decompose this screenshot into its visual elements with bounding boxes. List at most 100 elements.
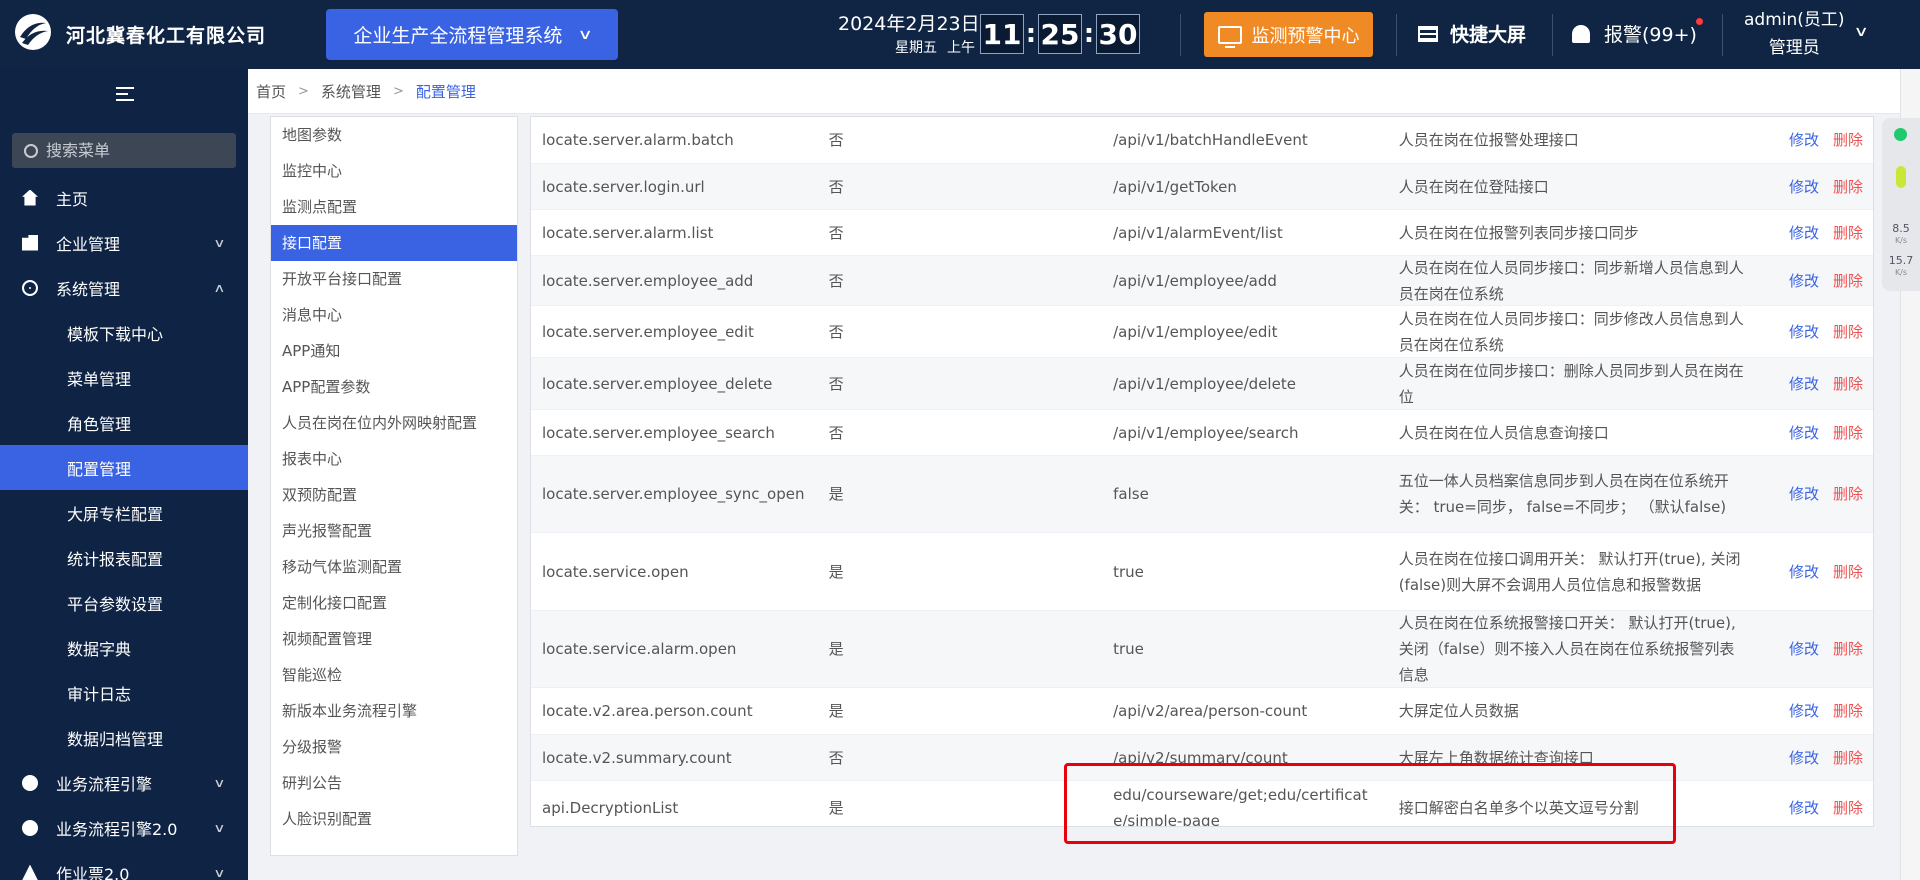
- menu-search-input[interactable]: [44, 140, 228, 161]
- config-value: /api/v1/employee/add: [1113, 271, 1277, 290]
- config-description: 大屏定位人员数据: [1398, 702, 1519, 720]
- clock-minutes: 25: [1038, 14, 1082, 54]
- breadcrumb-home[interactable]: 首页: [256, 81, 286, 102]
- alarm-button[interactable]: 报警(99+): [1572, 20, 1697, 47]
- config-category-item[interactable]: 监控中心: [271, 153, 517, 189]
- sidebar-item[interactable]: 审计日志: [0, 670, 248, 715]
- config-key: locate.service.open: [542, 562, 689, 581]
- config-value: /api/v1/employee/delete: [1113, 374, 1296, 393]
- sidebar-item[interactable]: 数据归档管理: [0, 715, 248, 760]
- monitor-center-button[interactable]: 监测预警中心: [1204, 12, 1373, 57]
- current-date: 2024年2月23日: [838, 13, 980, 35]
- edit-button[interactable]: 修改: [1789, 481, 1819, 507]
- edit-button[interactable]: 修改: [1789, 559, 1819, 585]
- user-menu[interactable]: admin(员工) 管理员: [1744, 6, 1845, 62]
- delete-button[interactable]: 删除: [1833, 636, 1863, 662]
- edit-button[interactable]: 修改: [1789, 745, 1819, 771]
- config-category-item[interactable]: 开放平台接口配置: [271, 261, 517, 297]
- chevron-down-icon[interactable]: ∨: [1853, 24, 1868, 40]
- edit-button[interactable]: 修改: [1789, 420, 1819, 446]
- config-flag: 否: [828, 322, 844, 341]
- config-category-item[interactable]: 视频配置管理: [271, 621, 517, 657]
- config-description: 人员在岗在位人员信息查询接口: [1398, 423, 1609, 442]
- config-category-item[interactable]: 研判公告: [271, 765, 517, 801]
- config-flag: 否: [828, 423, 844, 442]
- sidebar-item[interactable]: 平台参数设置: [0, 580, 248, 625]
- sidebar-item[interactable]: 企业管理 ∨: [0, 220, 248, 265]
- sidebar-item[interactable]: 作业票2.0 ∨: [0, 850, 248, 880]
- delete-button[interactable]: 删除: [1833, 127, 1863, 153]
- config-category-item[interactable]: 人脸识别配置: [271, 801, 517, 837]
- table-row: locate.server.alarm.list 否/api/v1/alarmEv…: [531, 210, 1873, 256]
- config-flag: 是: [828, 799, 844, 817]
- config-category-item[interactable]: APP通知: [271, 333, 517, 369]
- delete-button[interactable]: 删除: [1833, 481, 1863, 507]
- delete-button[interactable]: 删除: [1833, 745, 1863, 771]
- am-pm: 上午: [947, 40, 975, 56]
- edit-button[interactable]: 修改: [1789, 319, 1819, 345]
- config-category-item[interactable]: 人员在岗在位内外网映射配置: [271, 405, 517, 441]
- config-flag: 是: [828, 640, 844, 658]
- sidebar-item[interactable]: 业务流程引擎2.0 ∨: [0, 805, 248, 850]
- config-category-item[interactable]: 定制化接口配置: [271, 585, 517, 621]
- config-value: /api/v2/area/person-count: [1113, 702, 1308, 720]
- breadcrumb-system[interactable]: 系统管理: [321, 81, 381, 102]
- sidebar-item[interactable]: 角色管理: [0, 400, 248, 445]
- config-category-item[interactable]: 声光报警配置: [271, 513, 517, 549]
- edit-button[interactable]: 修改: [1789, 698, 1819, 724]
- config-category-item[interactable]: 报表中心: [271, 441, 517, 477]
- delete-button[interactable]: 删除: [1833, 268, 1863, 294]
- system-select-button[interactable]: 企业生产全流程管理系统 ∨: [326, 9, 618, 60]
- delete-button[interactable]: 删除: [1833, 559, 1863, 585]
- edit-button[interactable]: 修改: [1789, 220, 1819, 246]
- delete-button[interactable]: 删除: [1833, 371, 1863, 397]
- edit-button[interactable]: 修改: [1789, 371, 1819, 397]
- sidebar-item-label: 平台参数设置: [67, 594, 164, 614]
- sidebar-item[interactable]: 大屏专栏配置: [0, 490, 248, 535]
- config-category-item[interactable]: 移动气体监测配置: [271, 549, 517, 585]
- sidebar-item[interactable]: 主页: [0, 175, 248, 220]
- edit-button[interactable]: 修改: [1789, 268, 1819, 294]
- delete-button[interactable]: 删除: [1833, 420, 1863, 446]
- weekday: 星期五: [895, 40, 937, 56]
- config-category-item[interactable]: 监测点配置: [271, 189, 517, 225]
- sidebar-item[interactable]: 数据字典: [0, 625, 248, 670]
- config-category-item[interactable]: 消息中心: [271, 297, 517, 333]
- edit-button[interactable]: 修改: [1789, 795, 1819, 821]
- config-value: /api/v1/employee/edit: [1113, 322, 1278, 341]
- clock-hours: 11: [980, 14, 1024, 54]
- config-category-item[interactable]: 接口配置: [271, 225, 517, 261]
- quick-screen-button[interactable]: 快捷大屏: [1418, 20, 1526, 47]
- config-category-item[interactable]: 新版本业务流程引擎: [271, 693, 517, 729]
- config-category-item[interactable]: APP配置参数: [271, 369, 517, 405]
- edit-button[interactable]: 修改: [1789, 127, 1819, 153]
- menu-search-box[interactable]: [12, 133, 236, 168]
- edit-button[interactable]: 修改: [1789, 174, 1819, 200]
- download-unit: K/s: [1894, 268, 1908, 277]
- delete-button[interactable]: 删除: [1833, 174, 1863, 200]
- row-actions: 修改 删除: [1769, 319, 1873, 345]
- menu-collapse-icon[interactable]: [116, 87, 134, 101]
- edit-button[interactable]: 修改: [1789, 636, 1819, 662]
- delete-button[interactable]: 删除: [1833, 698, 1863, 724]
- building-icon: [22, 234, 38, 251]
- sidebar-item[interactable]: 业务流程引擎 ∨: [0, 760, 248, 805]
- config-category-item[interactable]: 双预防配置: [271, 477, 517, 513]
- delete-button[interactable]: 删除: [1833, 795, 1863, 821]
- row-actions: 修改 删除: [1769, 795, 1873, 821]
- table-row: locate.server.employee_delete 否/api/v1/em…: [531, 358, 1873, 410]
- config-category-item[interactable]: 智能巡检: [271, 657, 517, 693]
- quick-screen-label: 快捷大屏: [1450, 24, 1527, 46]
- sidebar-item[interactable]: 配置管理: [0, 445, 248, 490]
- keyboard-icon: [1418, 25, 1438, 42]
- config-description: 人员在岗在位接口调用开关： 默认打开(true), 关闭(false)则大屏不会…: [1398, 549, 1741, 594]
- config-category-item[interactable]: 地图参数: [271, 117, 517, 153]
- delete-button[interactable]: 删除: [1833, 220, 1863, 246]
- sidebar-item[interactable]: 菜单管理: [0, 355, 248, 400]
- top-header: 河北冀春化工有限公司 企业生产全流程管理系统 ∨ 2024年2月23日 星期五上…: [0, 0, 1920, 69]
- config-category-item[interactable]: 分级报警: [271, 729, 517, 765]
- delete-button[interactable]: 删除: [1833, 319, 1863, 345]
- sidebar-item[interactable]: 系统管理 ∧: [0, 265, 248, 310]
- sidebar-item[interactable]: 统计报表配置: [0, 535, 248, 580]
- sidebar-item[interactable]: 模板下载中心: [0, 310, 248, 355]
